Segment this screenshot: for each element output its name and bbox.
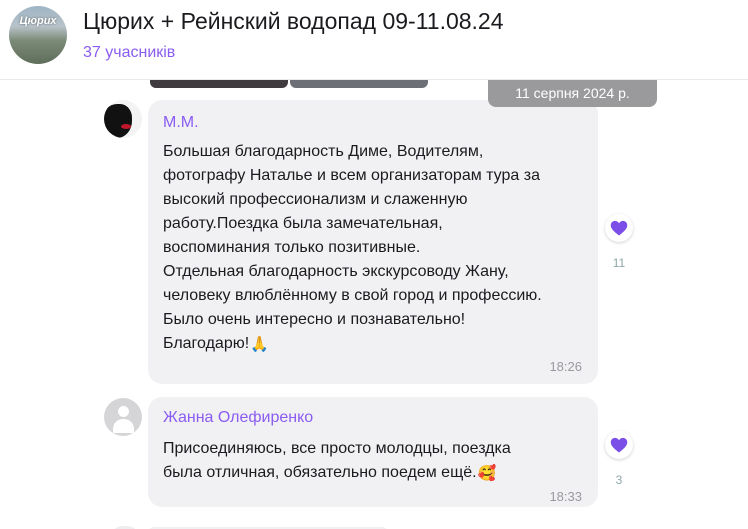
message-line: высокий профессионализм и слаженную — [163, 191, 468, 208]
sender-avatar[interactable] — [104, 398, 142, 436]
previous-photo[interactable] — [290, 80, 428, 88]
heart-icon[interactable] — [605, 214, 633, 242]
sender-avatar[interactable] — [104, 100, 142, 138]
reaction-heart[interactable]: 11 — [605, 214, 633, 270]
message-list: 11 серпня 2024 р. М.М. Большая благодарн… — [0, 80, 748, 529]
previous-photo[interactable] — [150, 80, 288, 88]
group-avatar-label: Цюрих — [19, 15, 57, 27]
heart-icon[interactable] — [605, 431, 633, 459]
reaction-heart[interactable]: 3 — [605, 431, 633, 487]
message-text: Присоединяюсь, все просто молодцы, поезд… — [163, 437, 588, 485]
group-avatar[interactable]: Цюрих — [9, 6, 67, 64]
message-line: Было очень интересно и познавательно! — [163, 311, 466, 328]
message-line: фотографу Натальe и всем организаторам т… — [163, 167, 540, 184]
message-bubble[interactable]: Жанна Олефиренко Присоединяюсь, все прос… — [148, 397, 598, 507]
date-separator: 11 серпня 2024 р. — [488, 80, 657, 107]
sender-name[interactable]: М.М. — [163, 114, 199, 132]
message-line: Большая благодарность Диме, Водителям, — [163, 143, 484, 160]
message-line: работу.Поездка была замечательная, — [163, 215, 443, 232]
praying-hands-emoji: 🙏 — [250, 336, 269, 353]
message-line-last: была отличная, обязательно поедем ещё.🥰 — [163, 464, 497, 482]
message-bubble[interactable]: М.М. Большая благодарность Диме, Водител… — [148, 100, 598, 384]
members-count[interactable]: 37 учасників — [83, 44, 175, 62]
message-line-last: Благодарю!🙏 — [163, 335, 269, 353]
message-line: человеку влюблённому в свой город и проф… — [163, 287, 542, 304]
message-line: воспоминания только позитивные. — [163, 239, 421, 256]
chat-header: Цюрих Цюрих + Рейнский водопад 09-11.08.… — [0, 0, 748, 80]
message-line: Присоединяюсь, все просто молодцы, поезд… — [163, 440, 511, 457]
message-time: 18:26 — [549, 359, 582, 374]
reaction-count: 3 — [615, 473, 623, 487]
smiling-face-with-hearts-emoji: 🥰 — [477, 465, 497, 482]
message-time: 18:33 — [549, 489, 582, 504]
message-line: Отдельная благодарность экскурсоводу Жан… — [163, 263, 509, 280]
sender-name[interactable]: Жанна Олефиренко — [163, 409, 313, 427]
reaction-count: 11 — [612, 256, 626, 270]
message-text: Большая благодарность Диме, Водителям, ф… — [163, 140, 588, 356]
group-title[interactable]: Цюрих + Рейнский водопад 09-11.08.24 — [83, 8, 504, 35]
